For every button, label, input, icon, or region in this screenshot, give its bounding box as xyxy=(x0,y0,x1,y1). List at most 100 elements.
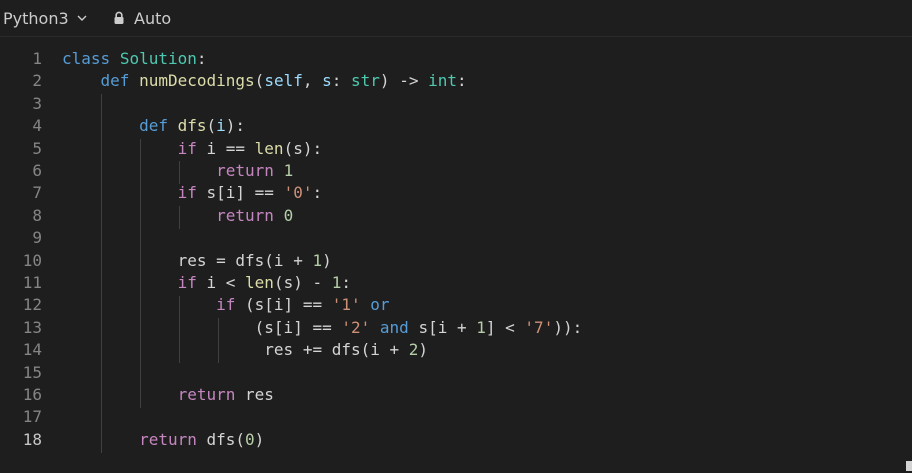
lock-icon xyxy=(114,11,124,24)
code-line[interactable]: 13 (s[i] == '2' and s[i + 1] < '7')): xyxy=(0,317,912,339)
code-line[interactable]: 6 return 1 xyxy=(0,160,912,182)
code-token: Solution xyxy=(119,49,197,68)
code-line[interactable]: 10 res = dfs(i + 1) xyxy=(0,250,912,272)
code-line[interactable]: 18 return dfs(0) xyxy=(0,429,912,451)
code-line[interactable]: 7 if s[i] == '0': xyxy=(0,182,912,204)
code-token: 2 xyxy=(408,340,419,360)
mouse-cursor-icon xyxy=(906,461,912,471)
line-number: 11 xyxy=(22,273,42,292)
code-token: res += dfs(i + xyxy=(62,340,409,360)
code-text: if (s[i] == '1' or xyxy=(62,294,390,316)
code-token: '0' xyxy=(283,183,313,203)
code-token: return xyxy=(216,161,274,180)
line-number: 5 xyxy=(32,138,42,158)
line-number: 17 xyxy=(22,407,42,427)
line-number: 13 xyxy=(22,317,42,337)
line-number: 18 xyxy=(22,429,42,449)
code-token: res xyxy=(235,385,274,404)
code-line[interactable]: 12 if (s[i] == '1' or xyxy=(0,294,912,316)
code-text: if i == len(s): xyxy=(62,138,323,160)
code-line[interactable]: 4 def dfs(i): xyxy=(0,115,912,137)
line-number: 2 xyxy=(32,71,42,91)
code-token: return xyxy=(177,385,236,404)
code-token: 1 xyxy=(476,317,486,337)
code-token: ) -> xyxy=(379,71,429,91)
code-text: return 0 xyxy=(62,205,293,227)
code-line[interactable]: 16 return res xyxy=(0,384,912,406)
code-line[interactable]: 17 xyxy=(0,406,912,428)
code-text: return 1 xyxy=(62,160,293,182)
code-text: res = dfs(i + 1) xyxy=(62,250,332,272)
auto-mode-label: Auto xyxy=(134,8,172,28)
code-token: (s): xyxy=(283,138,323,158)
chevron-down-icon xyxy=(77,15,87,21)
code-token: : xyxy=(572,317,583,337)
language-selector[interactable]: Python3 xyxy=(3,6,88,30)
code-text: return dfs(0) xyxy=(62,429,264,451)
code-token: : xyxy=(196,49,207,68)
code-token: and xyxy=(379,317,409,337)
code-token: ( xyxy=(254,71,265,91)
line-number: 7 xyxy=(32,183,42,203)
code-token: s[i + xyxy=(408,317,477,337)
code-token: i < xyxy=(196,273,246,292)
code-text: return res xyxy=(62,384,274,406)
code-line[interactable]: 14 res += dfs(i + 2) xyxy=(0,339,912,361)
code-token: 1 xyxy=(312,250,323,270)
code-token: 0 xyxy=(283,205,294,225)
code-token: s[i] == xyxy=(196,183,284,203)
code-token: )) xyxy=(553,317,573,337)
code-line[interactable]: 5 if i == len(s): xyxy=(0,138,912,160)
code-token: ) xyxy=(418,340,429,360)
language-label: Python3 xyxy=(3,8,69,28)
code-token: def xyxy=(139,116,168,136)
code-token: ( xyxy=(206,116,217,136)
line-number: 15 xyxy=(22,362,42,382)
code-line[interactable]: 2 def numDecodings(self, s: str) -> int: xyxy=(0,70,912,92)
code-token: def xyxy=(100,71,130,91)
auto-mode-toggle[interactable]: Auto xyxy=(113,6,171,30)
code-token: 1 xyxy=(331,273,342,292)
line-number: 9 xyxy=(32,228,42,248)
code-token: if xyxy=(177,138,197,158)
line-number: 10 xyxy=(22,250,42,270)
code-token: dfs xyxy=(177,116,207,136)
code-line[interactable]: 1 class Solution: xyxy=(0,48,912,70)
code-text: def numDecodings(self, s: str) -> int: xyxy=(62,70,467,92)
line-number: 4 xyxy=(32,116,42,136)
line-number: 12 xyxy=(22,295,42,315)
code-token: ): xyxy=(225,116,246,136)
code-token: or xyxy=(370,295,390,315)
line-number: 14 xyxy=(22,340,42,360)
line-number: 6 xyxy=(32,161,42,180)
code-line[interactable]: 8 return 0 xyxy=(0,205,912,227)
code-token: int xyxy=(428,71,457,91)
code-line[interactable]: 15 xyxy=(0,362,912,384)
code-token: return xyxy=(216,205,274,225)
code-text: if s[i] == '0': xyxy=(62,182,323,204)
code-token: '1' xyxy=(331,295,361,315)
code-token: ) xyxy=(254,429,265,449)
code-line[interactable]: 9 xyxy=(0,227,912,249)
code-token: if xyxy=(216,295,236,315)
code-token: : xyxy=(331,71,352,91)
code-line[interactable]: 11 if i < len(s) - 1: xyxy=(0,272,912,294)
code-token: : xyxy=(341,273,352,292)
code-token: '2' xyxy=(341,317,371,337)
code-line[interactable]: 3 xyxy=(0,93,912,115)
code-token: 1 xyxy=(283,161,294,180)
code-editor[interactable]: 1 class Solution: 2 def numDecodings(self,… xyxy=(0,37,912,473)
code-text: class Solution: xyxy=(62,48,207,70)
code-token: numDecodings xyxy=(139,71,255,91)
